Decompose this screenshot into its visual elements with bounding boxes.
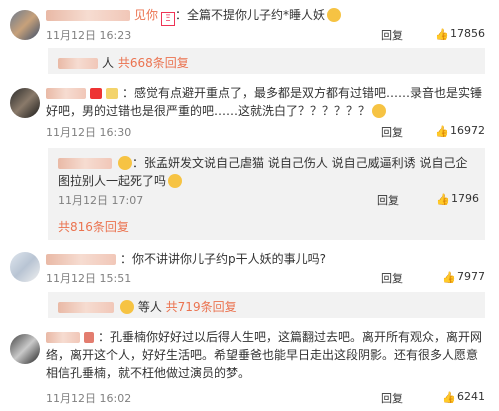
reply-names: 人 [102, 56, 115, 70]
avatar[interactable] [10, 252, 40, 282]
comment-2-meta: 11月12日 16:30 回复 👍16972 [46, 124, 485, 140]
emoji-icon [372, 104, 387, 118]
reply-names: 等人 [137, 300, 162, 314]
more-replies-link[interactable]: 共668条回复 [118, 56, 189, 70]
timestamp: 11月12日 17:07 [58, 194, 144, 207]
redacted-username [46, 332, 80, 343]
comment-text: 孔垂楠你好好过以后得人生吧，这篇翻过去吧。离开所有观众，离开网络，离开这个人，好… [46, 330, 483, 380]
avatar[interactable] [10, 88, 40, 118]
reply-button[interactable]: 回复 [381, 27, 403, 43]
reply-meta: 11月12日 17:07 回复 👍1796 [58, 192, 479, 208]
comment-1: 见你 Ξ ：全篇不提你儿子约*睡人妖 11月12日 16:23 回复 👍17856 … [0, 0, 499, 82]
comment-3-meta: 11月12日 15:51 回复 👍7977 [46, 270, 485, 286]
comment-1-meta: 11月12日 16:23 回复 👍17856 [46, 27, 485, 43]
emoji-icon [118, 156, 132, 170]
comment-3: ：你不讲讲你儿子约p干人妖的事儿吗? 11月12日 15:51 回复 👍7977… [0, 246, 499, 324]
redacted-username [58, 158, 112, 169]
thumbs-up-icon: 👍 [435, 125, 449, 138]
username[interactable]: 见你 [134, 8, 158, 22]
reply-preview: ：张孟妍发文说自己虐猫 说自己伤人 说自己威逼利诱 说自己企图拉别人一起死了吗 … [48, 148, 485, 240]
like-button[interactable]: 👍6241 [442, 390, 485, 403]
badge-icon: Ξ [161, 12, 176, 26]
comment-text: 你不讲讲你儿子约p干人妖的事儿吗? [132, 252, 327, 266]
like-count: 16972 [450, 124, 485, 137]
comment-4-meta: 11月12日 16:02 回复 👍6241 [46, 390, 485, 406]
comment-feed: 见你 Ξ ：全篇不提你儿子约*睡人妖 11月12日 16:23 回复 👍17856 … [0, 0, 499, 411]
redacted-username [46, 10, 130, 21]
thumbs-up-icon: 👍 [436, 193, 450, 206]
like-button[interactable]: 👍1796 [436, 192, 479, 205]
emoji-icon [327, 8, 342, 22]
thumbs-up-icon: 👍 [442, 391, 456, 404]
comment-4: ：孔垂楠你好好过以后得人生吧，这篇翻过去吧。离开所有观众，离开网络，离开这个人，… [0, 326, 499, 411]
redacted-badge [84, 332, 94, 343]
emoji-icon [120, 300, 134, 314]
timestamp: 11月12日 15:51 [46, 272, 132, 285]
avatar[interactable] [10, 10, 40, 40]
comment-1-body: 见你 Ξ ：全篇不提你儿子约*睡人妖 [46, 6, 483, 26]
redacted-badge [90, 88, 102, 99]
reply-preview[interactable]: 人 共668条回复 [48, 48, 485, 74]
timestamp: 11月12日 16:23 [46, 29, 132, 42]
reply-button[interactable]: 回复 [381, 124, 403, 140]
comment-2: ：感觉有点避开重点了，最多都是双方都有过错吧……录音也是实锤好吧，男的过错也是很… [0, 84, 499, 244]
reply-preview[interactable]: 等人 共719条回复 [48, 292, 485, 318]
comment-3-body: ：你不讲讲你儿子约p干人妖的事儿吗? [46, 250, 483, 268]
comment-4-body: ：孔垂楠你好好过以后得人生吧，这篇翻过去吧。离开所有观众，离开网络，离开这个人，… [46, 330, 483, 380]
like-button[interactable]: 👍7977 [442, 270, 485, 283]
like-count: 1796 [451, 192, 479, 205]
reply-body: ：张孟妍发文说自己虐猫 说自己伤人 说自己威逼利诱 说自己企图拉别人一起死了吗 [58, 156, 468, 188]
more-replies-link[interactable]: 共816条回复 [58, 218, 129, 235]
thumbs-up-icon: 👍 [442, 271, 456, 284]
timestamp: 11月12日 16:02 [46, 392, 132, 405]
like-count: 17856 [450, 27, 485, 40]
redacted-username [46, 254, 116, 265]
comment-text: 全篇不提你儿子约*睡人妖 [187, 8, 326, 22]
reply-button[interactable]: 回复 [377, 192, 399, 208]
thumbs-up-icon: 👍 [435, 28, 449, 41]
more-replies-link[interactable]: 共719条回复 [166, 300, 237, 314]
comment-2-body: ：感觉有点避开重点了，最多都是双方都有过错吧……录音也是实锤好吧，男的过错也是很… [46, 86, 483, 118]
redacted-username [46, 88, 86, 99]
redacted-username [58, 58, 98, 69]
like-button[interactable]: 👍16972 [435, 124, 485, 137]
reply-button[interactable]: 回复 [381, 270, 403, 286]
avatar[interactable] [10, 334, 40, 364]
timestamp: 11月12日 16:30 [46, 126, 132, 139]
like-count: 7977 [457, 270, 485, 283]
like-count: 6241 [457, 390, 485, 403]
redacted-username [58, 302, 114, 313]
reply-button[interactable]: 回复 [381, 390, 403, 406]
like-button[interactable]: 👍17856 [435, 27, 485, 40]
emoji-icon [168, 174, 183, 188]
redacted-badge [106, 88, 118, 99]
